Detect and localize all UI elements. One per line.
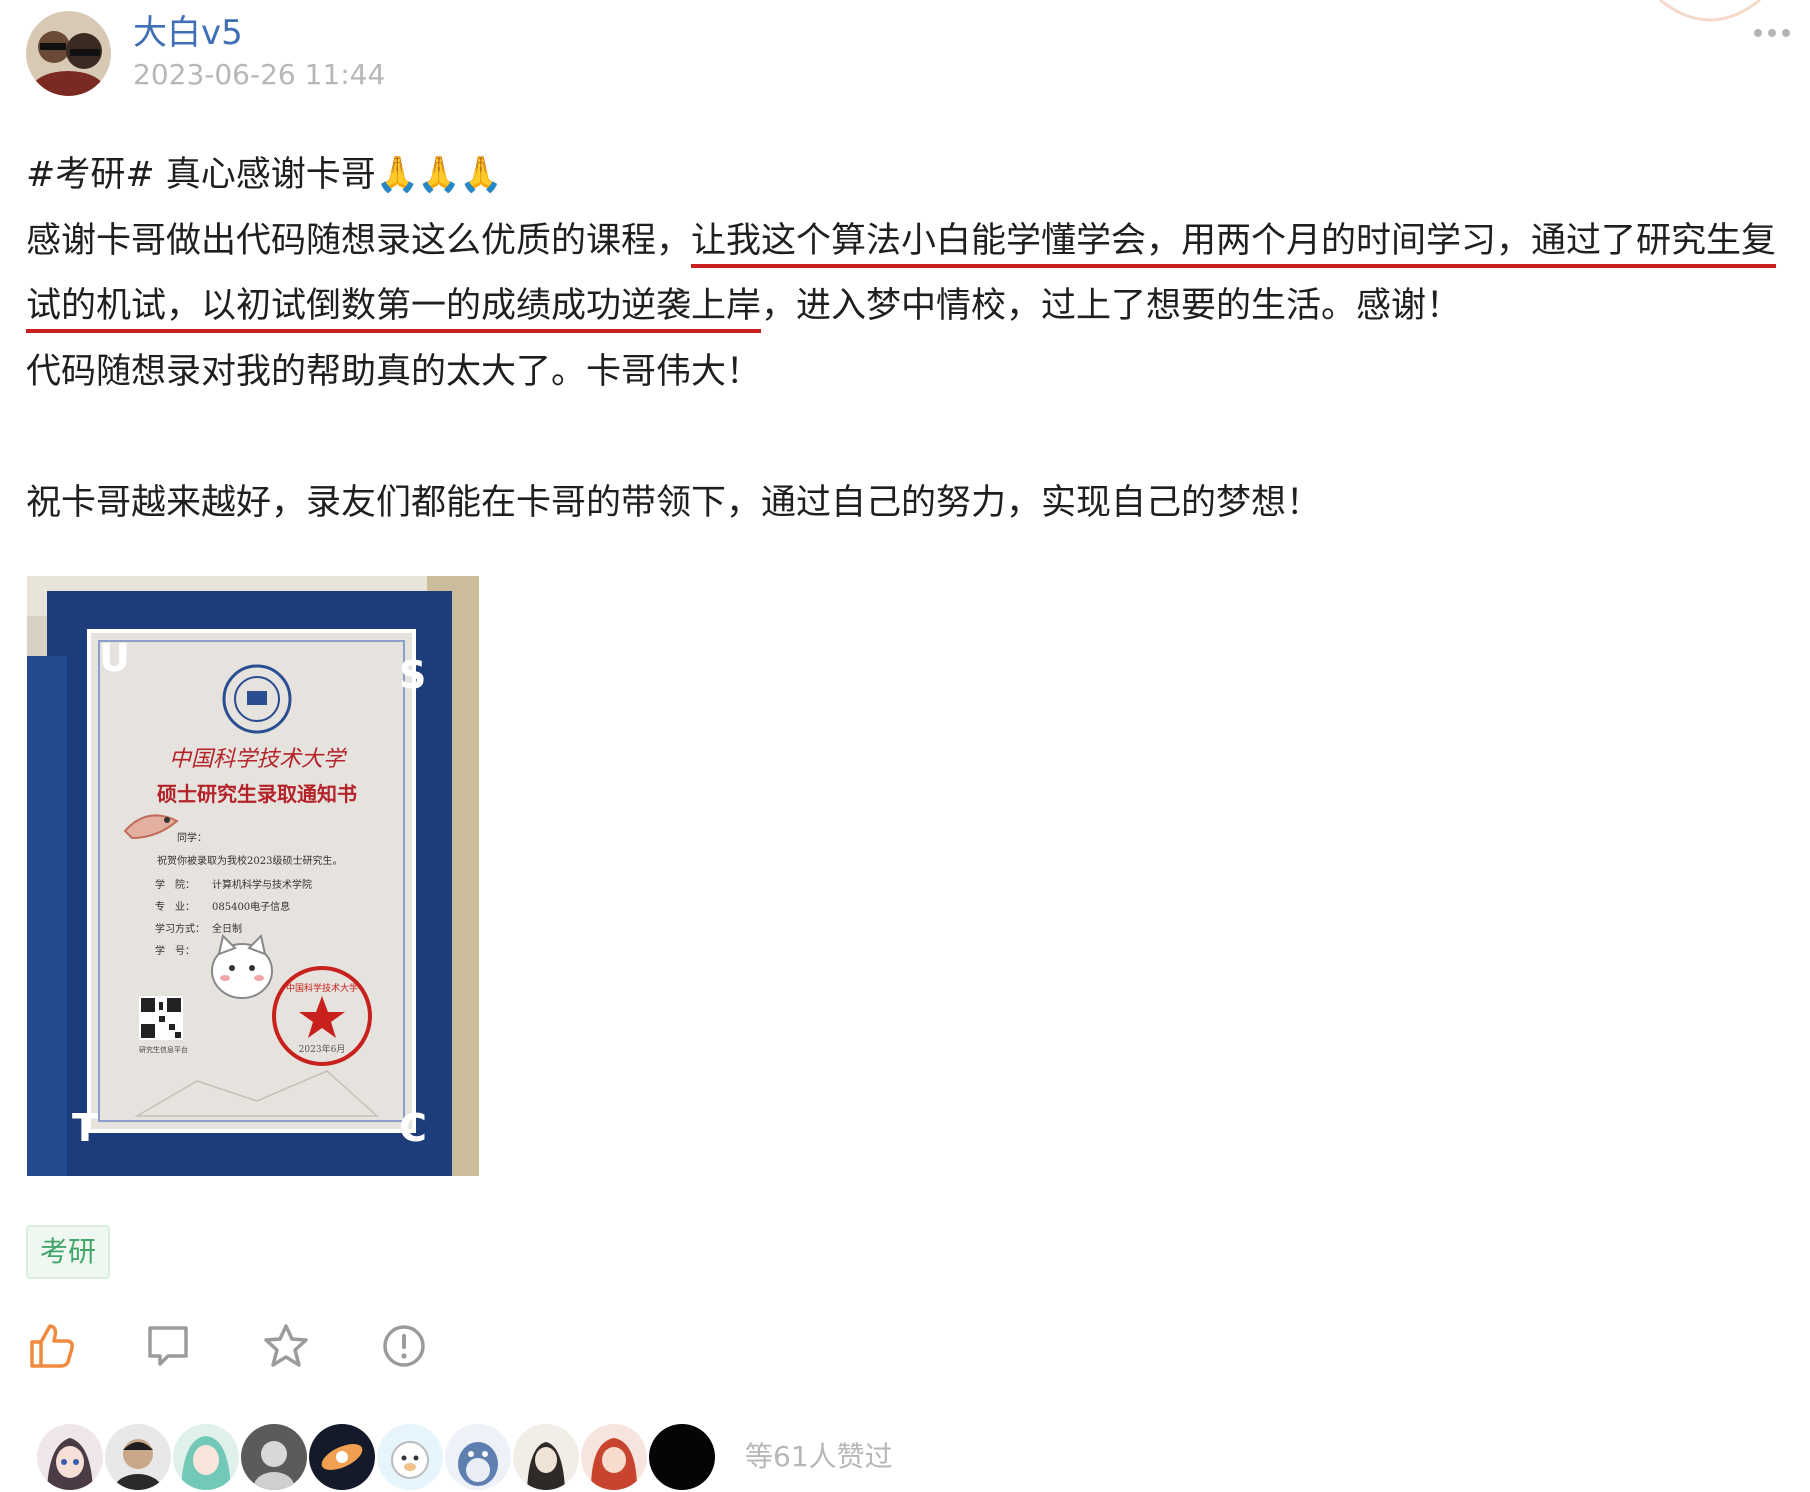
liker-avatar[interactable] <box>239 1422 309 1492</box>
seal-text: 中国科学技术大学 <box>286 982 358 994</box>
mode-label: 学习方式： <box>155 922 205 935</box>
thumbs-up-icon[interactable] <box>28 1322 76 1370</box>
post-paragraph-2: 代码随想录对我的帮助真的太大了。卡哥伟大！ <box>26 351 762 392</box>
qr-code-icon <box>139 996 183 1040</box>
liker-avatar[interactable] <box>103 1422 173 1492</box>
author-name[interactable]: 大白v5 <box>133 12 243 54</box>
report-icon[interactable] <box>380 1322 428 1370</box>
major-value: 085400电子信息 <box>212 900 290 913</box>
corner-letter-c: C <box>399 1106 427 1150</box>
author-avatar[interactable] <box>26 11 111 96</box>
school-label: 学 院： <box>155 878 195 891</box>
corner-letter-t: T <box>72 1106 98 1150</box>
comment-icon[interactable] <box>144 1322 192 1370</box>
topic-tag[interactable]: 考研 <box>26 1225 111 1279</box>
letter-title: 硕士研究生录取通知书 <box>157 782 357 806</box>
post-timestamp: 2023-06-26 11:44 <box>133 58 386 91</box>
liker-avatar[interactable] <box>647 1422 717 1492</box>
liker-avatar[interactable] <box>375 1422 445 1492</box>
seal-date: 2023年6月 <box>299 1043 346 1055</box>
liker-avatar[interactable] <box>171 1422 241 1492</box>
school-value: 计算机科学与技术学院 <box>212 878 312 891</box>
para1-before-text: 感谢卡哥做出代码随想录这么优质的课程， <box>26 220 692 261</box>
liker-avatar[interactable] <box>307 1422 377 1492</box>
post-title-line: #考研# 真心感谢卡哥🙏🙏🙏 <box>26 143 1796 209</box>
university-name: 中国科学技术大学 <box>169 747 348 772</box>
id-label: 学 号： <box>155 944 195 957</box>
post-paragraph-1: 感谢卡哥做出代码随想录这么优质的课程，让我这个算法小白能学懂学会，用两个月的时间… <box>26 209 1796 340</box>
star-icon[interactable] <box>262 1322 310 1370</box>
liker-avatar[interactable] <box>579 1422 649 1492</box>
like-count-text[interactable]: 等61人赞过 <box>745 1437 893 1477</box>
mode-value: 全日制 <box>212 922 242 935</box>
post-paragraph-3: 祝卡哥越来越好，录友们都能在卡哥的带领下，通过自己的努力，实现自己的梦想！ <box>26 482 1322 523</box>
corner-letter-u: U <box>99 636 130 680</box>
pray-emoji: 🙏🙏🙏 <box>375 155 503 195</box>
liker-avatar[interactable] <box>443 1422 513 1492</box>
letter-body: 祝贺你被录取为我校2023级硕士研究生。 <box>157 854 342 867</box>
major-label: 专 业： <box>155 900 195 913</box>
para1-after-text: ，进入梦中情校，过上了想要的生活。感谢！ <box>761 286 1462 326</box>
corner-decoration <box>1659 0 1761 22</box>
corner-letter-s: S <box>399 653 426 697</box>
post-title-text: #考研# 真心感谢卡哥 <box>26 155 376 195</box>
qr-caption: 研究生信息平台 <box>139 1045 188 1054</box>
liker-avatar[interactable] <box>511 1422 581 1492</box>
post-body: #考研# 真心感谢卡哥🙏🙏🙏 感谢卡哥做出代码随想录这么优质的课程，让我这个算法… <box>26 143 1796 536</box>
cat-sticker-icon <box>211 934 273 999</box>
letter-greeting: 同学： <box>177 831 207 844</box>
admission-letter-photo[interactable]: U S T C 中国科学技术大学 硕士研究生录取通知书 同学： 祝贺你被录取为我… <box>27 576 479 1176</box>
liker-avatar[interactable] <box>35 1422 105 1492</box>
more-dots-icon[interactable] <box>1752 26 1792 40</box>
user-avatar-icon <box>26 11 111 96</box>
